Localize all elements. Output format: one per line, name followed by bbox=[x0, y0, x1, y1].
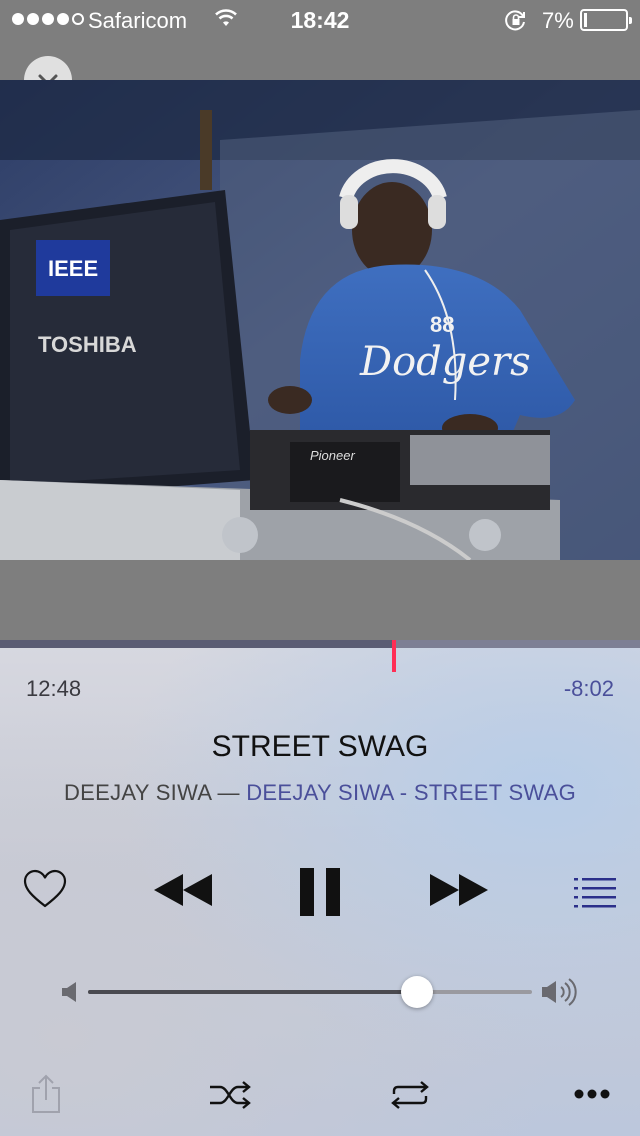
progress-scrubber[interactable] bbox=[391, 640, 396, 672]
song-subtitle[interactable]: DEEJAY SIWA — DEEJAY SIWA - STREET SWAG bbox=[0, 780, 640, 806]
repeat-icon[interactable] bbox=[388, 1080, 432, 1110]
fast-forward-icon[interactable] bbox=[428, 872, 490, 908]
song-title: STREET SWAG bbox=[211, 730, 429, 763]
progress-bar[interactable] bbox=[0, 640, 640, 648]
sticker-text: IEEE bbox=[48, 256, 98, 281]
more-icon[interactable] bbox=[574, 1088, 610, 1100]
rewind-icon[interactable] bbox=[152, 872, 214, 908]
album-artwork: Dodgers 88 IEEE TOSHIBA Pioneer bbox=[0, 80, 640, 560]
battery-percent: 7% bbox=[542, 8, 574, 33]
status-bar: Safaricom 18:42 7% bbox=[0, 0, 640, 40]
heart-icon[interactable] bbox=[22, 868, 68, 910]
share-icon[interactable] bbox=[30, 1074, 62, 1114]
volume-fill bbox=[88, 990, 417, 994]
speaker-high-icon bbox=[542, 978, 577, 1006]
battery-level bbox=[584, 13, 587, 27]
album-name: DEEJAY SIWA - STREET SWAG bbox=[246, 780, 577, 805]
speaker-low-icon bbox=[62, 982, 76, 1002]
remaining-time: -8:02 bbox=[563, 676, 614, 701]
artwork-image: Dodgers 88 IEEE TOSHIBA Pioneer bbox=[0, 80, 640, 560]
elapsed-time: 12:48 bbox=[26, 676, 82, 701]
shuffle-icon[interactable] bbox=[208, 1080, 252, 1110]
progress-fill bbox=[0, 640, 394, 648]
rotation-lock-icon bbox=[505, 10, 525, 31]
battery-tip bbox=[629, 17, 632, 24]
laptop-brand: TOSHIBA bbox=[38, 332, 137, 357]
mixer-brand: Pioneer bbox=[310, 448, 355, 463]
subtitle-separator: — bbox=[211, 780, 247, 805]
volume-knob[interactable] bbox=[400, 976, 433, 1008]
artist-name: DEEJAY SIWA bbox=[63, 780, 212, 805]
hoodie-text: Dodgers bbox=[359, 339, 531, 385]
volume-slider[interactable] bbox=[88, 990, 532, 994]
now-playing-panel: 12:48 -8:02 STREET SWAG DEEJAY SIWA — DE… bbox=[0, 640, 640, 1136]
pause-icon[interactable] bbox=[298, 866, 342, 918]
list-icon[interactable] bbox=[574, 876, 616, 908]
battery-icon bbox=[580, 9, 632, 31]
